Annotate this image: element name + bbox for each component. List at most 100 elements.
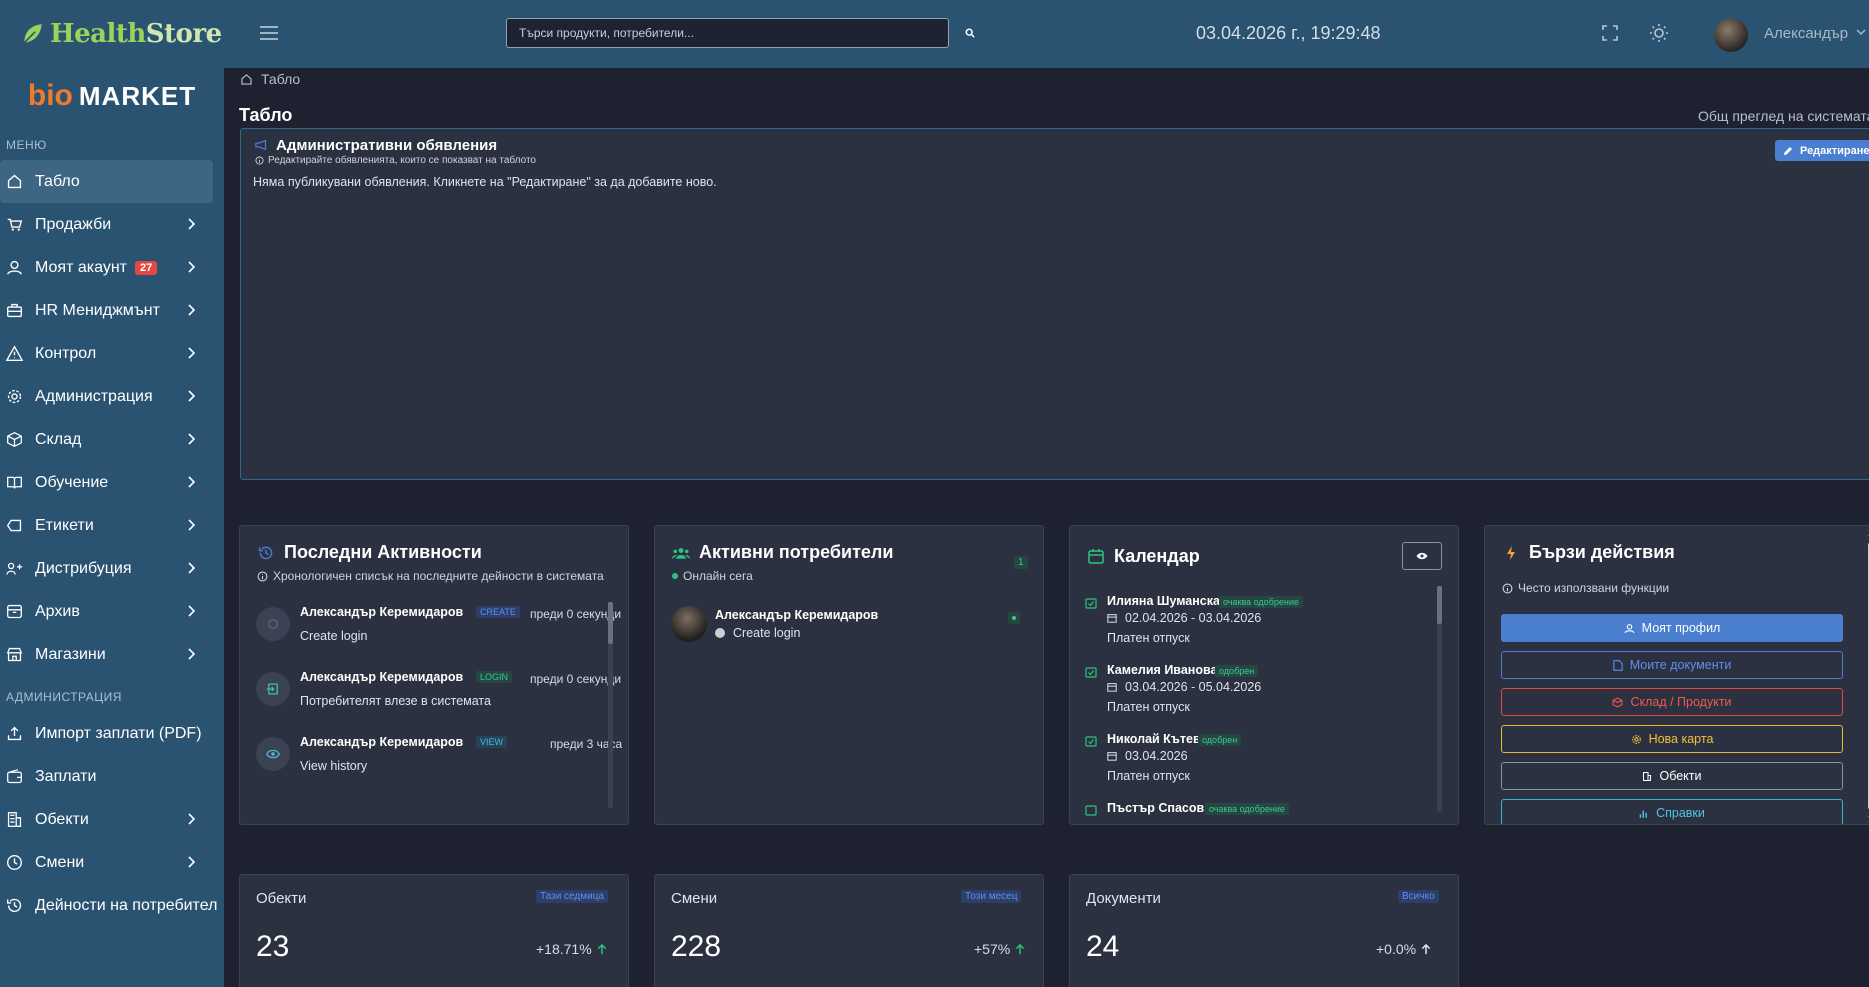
megaphone-icon	[255, 139, 267, 151]
sidebar-item-control[interactable]: Контрол	[0, 332, 224, 375]
chevron-right-icon	[188, 433, 196, 445]
bolt-icon	[1507, 546, 1515, 560]
warehouse-products-button[interactable]: Склад / Продукти	[1501, 688, 1843, 716]
hamburger-menu-icon[interactable]	[259, 25, 279, 41]
sidebar-item-label: Склад	[35, 430, 82, 448]
edit-announcements-button[interactable]: Редактиране	[1775, 140, 1869, 161]
admin-section-label: АДМИНИСТРАЦИЯ	[6, 690, 122, 704]
leaf-icon	[23, 24, 42, 44]
building-icon	[1643, 771, 1652, 781]
upload-icon	[7, 726, 22, 741]
chevron-right-icon	[188, 562, 196, 574]
scrollbar-thumb[interactable]	[608, 602, 613, 644]
new-card-button[interactable]: Нова карта	[1501, 725, 1843, 753]
sidebar-item-salaries[interactable]: Заплати	[0, 755, 224, 798]
stat-card-documents: Документи Всичко 24 +0.0%	[1069, 874, 1459, 987]
my-documents-button[interactable]: Моите документи	[1501, 651, 1843, 679]
activity-user: Александър Керемидаров	[300, 735, 464, 749]
pencil-icon	[1784, 146, 1792, 155]
avatar[interactable]	[1714, 18, 1748, 52]
activity-item[interactable]: Александър Керемидаров VIEW преди 3 часа…	[256, 729, 622, 793]
search-input[interactable]	[506, 18, 949, 48]
user-icon	[1624, 623, 1635, 633]
sidebar-item-label: Етикети	[35, 516, 94, 534]
sidebar-item-training[interactable]: Обучение	[0, 461, 224, 504]
sidebar-item-warehouse[interactable]: Склад	[0, 418, 224, 461]
stat-title: Документи	[1086, 890, 1161, 907]
search-button[interactable]	[949, 18, 991, 48]
view-calendar-button[interactable]	[1402, 542, 1442, 570]
cart-icon	[7, 218, 23, 231]
online-user-item[interactable]: Александър Керемидаров Create login	[671, 606, 1031, 646]
calendar-scrollbar[interactable]	[1437, 586, 1442, 812]
theme-toggle-icon[interactable]	[1649, 23, 1669, 43]
chevron-right-icon	[188, 218, 196, 230]
truck-icon	[6, 562, 23, 575]
calendar-entry[interactable]: Николай Кътев одобрен 03.04.2026 Платен …	[1085, 732, 1425, 792]
stat-card-shifts: Смени Този месец 228 +57%	[654, 874, 1044, 987]
activity-item[interactable]: Александър Керемидаров CREATE преди 0 се…	[256, 599, 621, 663]
announcements-empty-message: Няма публикувани обявления. Кликнете на …	[253, 175, 717, 189]
reports-button[interactable]: Справки	[1501, 799, 1843, 824]
sidebar-item-label: Смени	[35, 853, 85, 871]
calendar-entry-type: Платен отпуск	[1107, 769, 1190, 783]
activities-scrollbar[interactable]	[608, 602, 613, 808]
activity-tag: LOGIN	[476, 671, 513, 683]
info-icon	[255, 156, 264, 165]
sidebar-item-shifts[interactable]: Смени	[0, 841, 224, 884]
brand-name: HealthStore	[50, 19, 222, 49]
sites-button[interactable]: Обекти	[1501, 762, 1843, 790]
sidebar-item-hr[interactable]: HR Мениджмънт	[0, 289, 224, 332]
sidebar-item-stores[interactable]: Магазини	[0, 633, 224, 676]
activity-item[interactable]: Александър Керемидаров LOGIN преди 0 сек…	[256, 664, 621, 728]
stat-period-badge: Тази седмица	[536, 890, 608, 903]
calendar-entry[interactable]: Камелия Иванова одобрен 03.04.2026 - 05.…	[1085, 663, 1425, 723]
sidebar-item-user-activities[interactable]: Дейности на потребител	[0, 884, 224, 927]
announcements-panel: Административни обявления Редактирайте о…	[240, 128, 1869, 480]
sidebar-item-my-account[interactable]: Моят акаунт 27	[0, 246, 224, 289]
online-user-name: Александър Керемидаров	[715, 608, 879, 622]
stat-delta: +0.0%	[1376, 941, 1431, 957]
notification-badge: 27	[134, 260, 158, 275]
calendar-entry-type: Платен отпуск	[1107, 631, 1190, 645]
sidebar-item-salary-import[interactable]: Импорт заплати (PDF)	[0, 712, 224, 755]
book-icon	[7, 476, 22, 489]
chevron-right-icon	[188, 476, 196, 488]
announcements-title: Административни обявления	[276, 137, 498, 154]
online-user-status: Create login	[715, 626, 800, 640]
home-icon	[7, 174, 22, 189]
page-title: Табло	[239, 105, 293, 125]
calendar-card: Календар Илияна Шуманска очаква одобрени…	[1069, 525, 1459, 825]
user-menu-name[interactable]: Александър	[1764, 25, 1848, 42]
calendar-entry-name: Николай Кътев	[1107, 732, 1201, 746]
card-title: Бързи действия	[1529, 542, 1675, 562]
store-icon	[6, 647, 23, 662]
gear-icon	[1631, 734, 1641, 744]
calendar-entry-dates: 03.04.2026 - 05.04.2026	[1107, 680, 1261, 694]
activity-avatar	[256, 607, 290, 641]
sidebar-item-labels[interactable]: Етикети	[0, 504, 224, 547]
calendar-entry-name: Камелия Иванова	[1107, 663, 1218, 677]
calendar-entry[interactable]: Илияна Шуманска очаква одобрение 02.04.2…	[1085, 594, 1425, 654]
calendar-entry-name: Илияна Шуманска	[1107, 594, 1220, 608]
healthstore-logo[interactable]: HealthStore	[0, 0, 224, 68]
fullscreen-icon[interactable]	[1600, 23, 1620, 43]
gear-icon	[267, 618, 279, 630]
sidebar-item-sites[interactable]: Обекти	[0, 798, 224, 841]
home-icon[interactable]	[240, 73, 253, 86]
scrollbar-thumb[interactable]	[1437, 586, 1442, 624]
chevron-down-icon[interactable]	[1856, 28, 1866, 36]
clock-icon	[7, 855, 22, 870]
sidebar-item-distribution[interactable]: Дистрибуция	[0, 547, 224, 590]
sidebar-item-archive[interactable]: Архив	[0, 590, 224, 633]
sidebar-item-administration[interactable]: Администрация	[0, 375, 224, 418]
bar-chart-icon	[1639, 810, 1647, 818]
stat-title: Смени	[671, 890, 718, 907]
sidebar-item-sales[interactable]: Продажби	[0, 203, 224, 246]
quick-actions-card: Бързи действия Често използвани функции …	[1484, 525, 1869, 825]
my-profile-button[interactable]: Моят профил	[1501, 614, 1843, 642]
calendar-check-icon	[1085, 598, 1097, 609]
avatar	[671, 606, 707, 642]
sidebar-item-dashboard[interactable]: Табло	[0, 160, 213, 203]
calendar-entry[interactable]: Пъстър Спасов очаква одобрение	[1085, 801, 1425, 821]
